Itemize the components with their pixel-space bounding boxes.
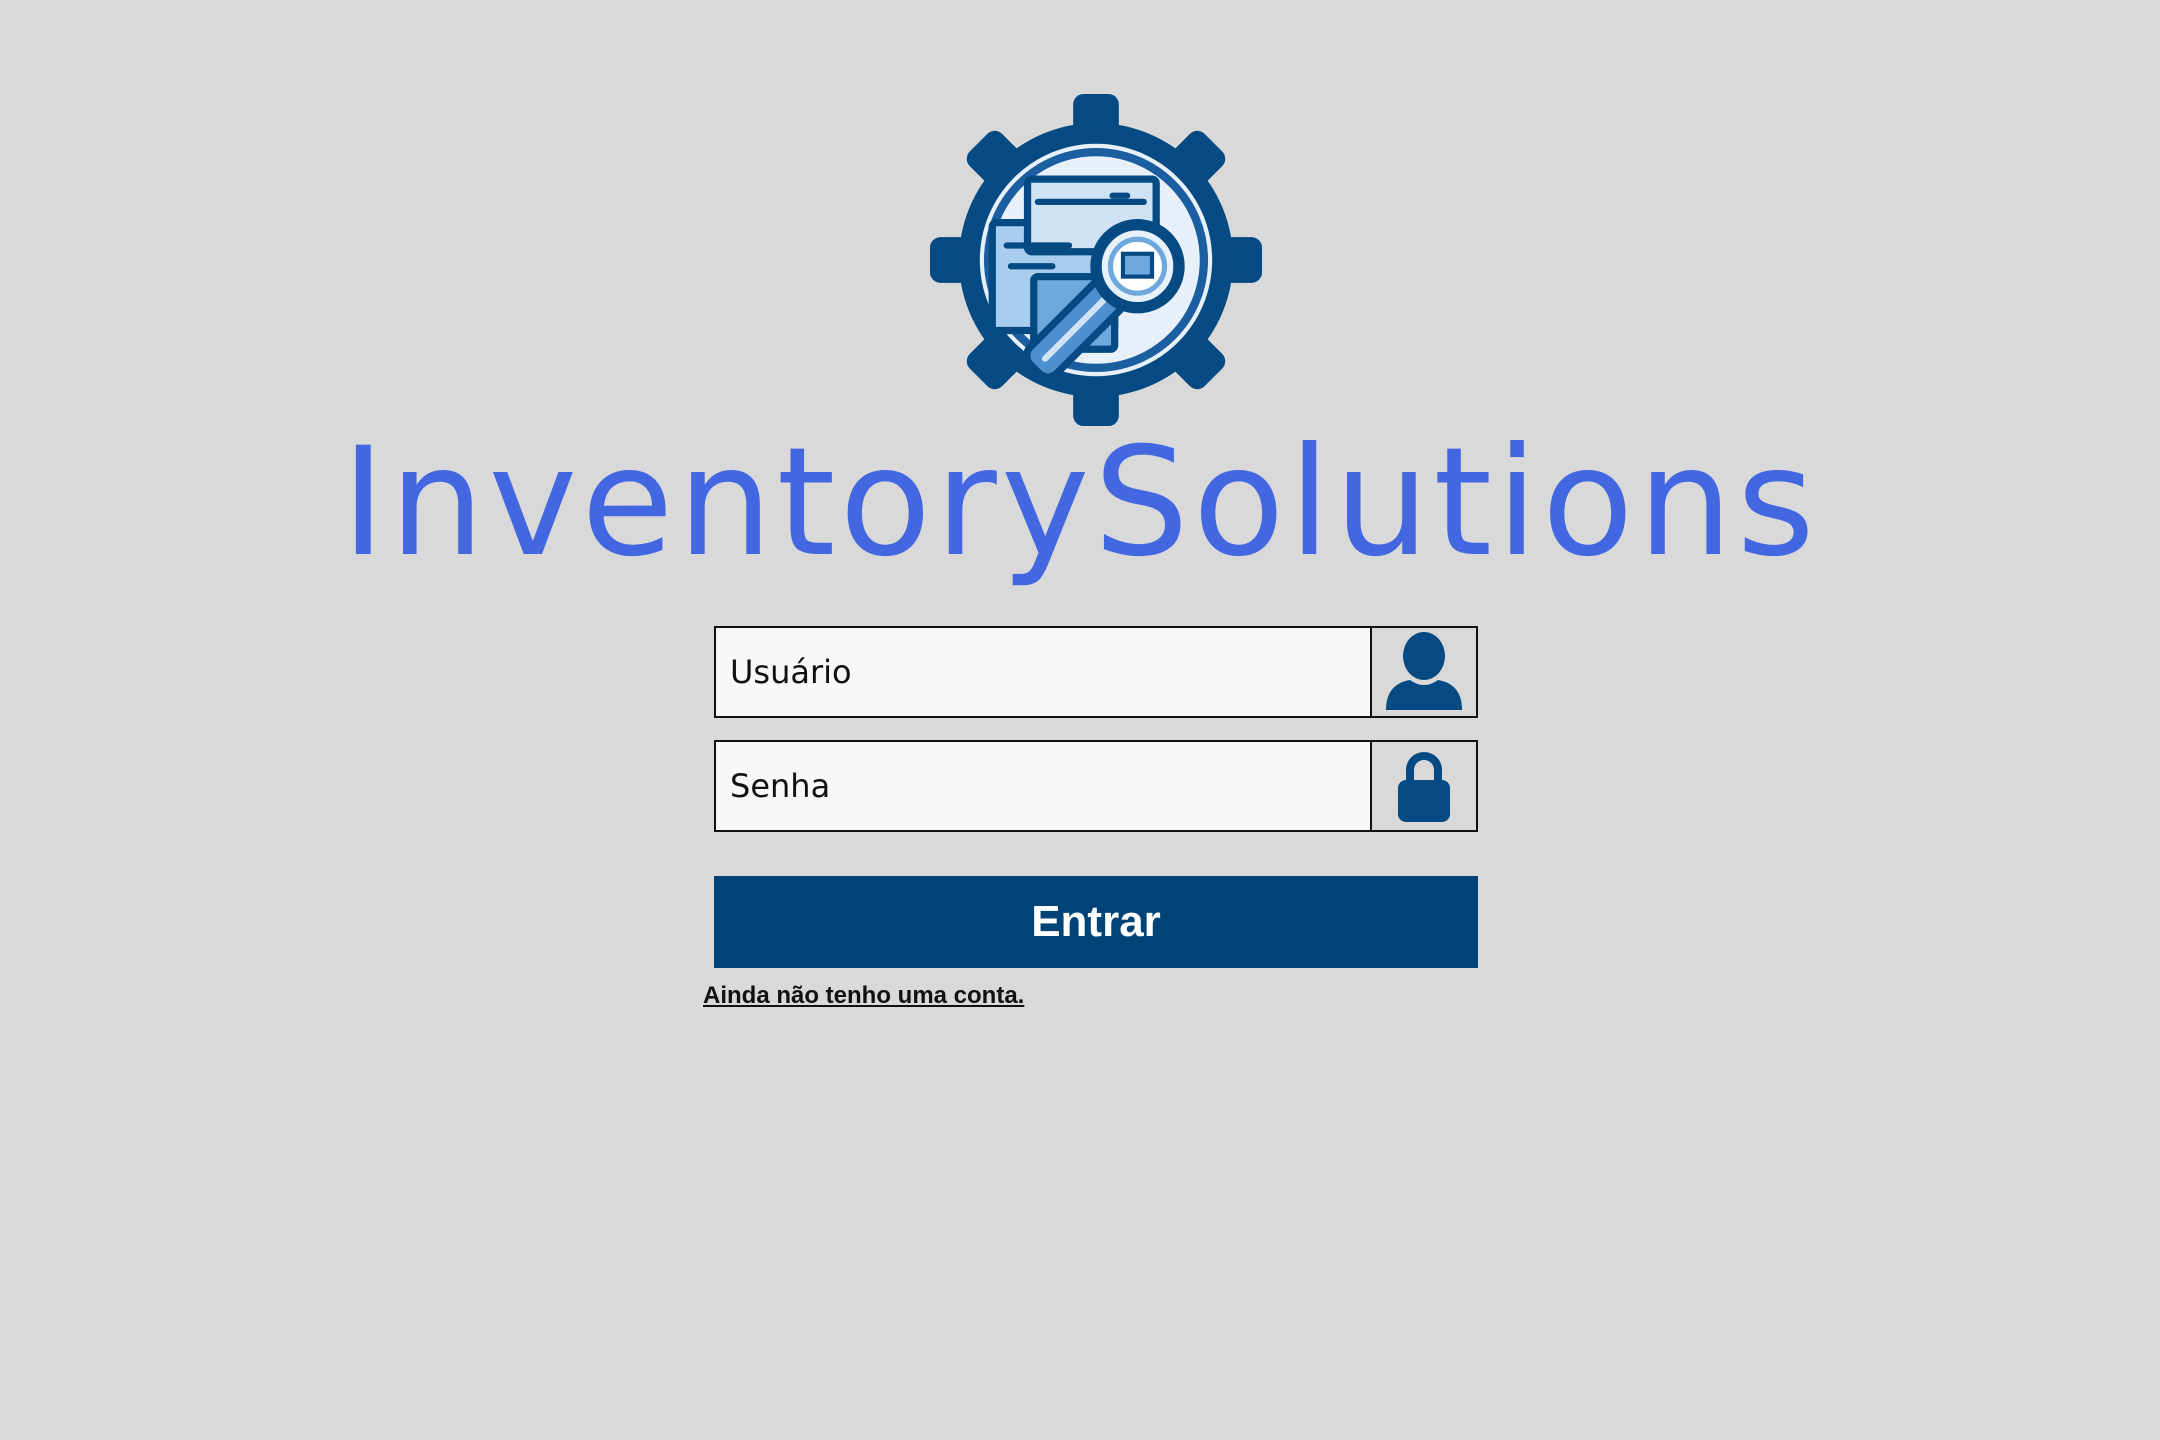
user-icon [1370,628,1476,716]
brand-title: InventorySolutions [341,416,1819,590]
username-field[interactable] [714,626,1478,718]
password-field[interactable] [714,740,1478,832]
signup-link[interactable]: Ainda não tenho uma conta. [703,982,1024,1010]
password-input[interactable] [716,742,1370,830]
login-button[interactable]: Entrar [714,876,1478,968]
lock-icon [1370,742,1476,830]
username-input[interactable] [716,628,1370,716]
gear-magnifier-inventory-icon [930,94,1262,426]
logo [930,92,1262,428]
